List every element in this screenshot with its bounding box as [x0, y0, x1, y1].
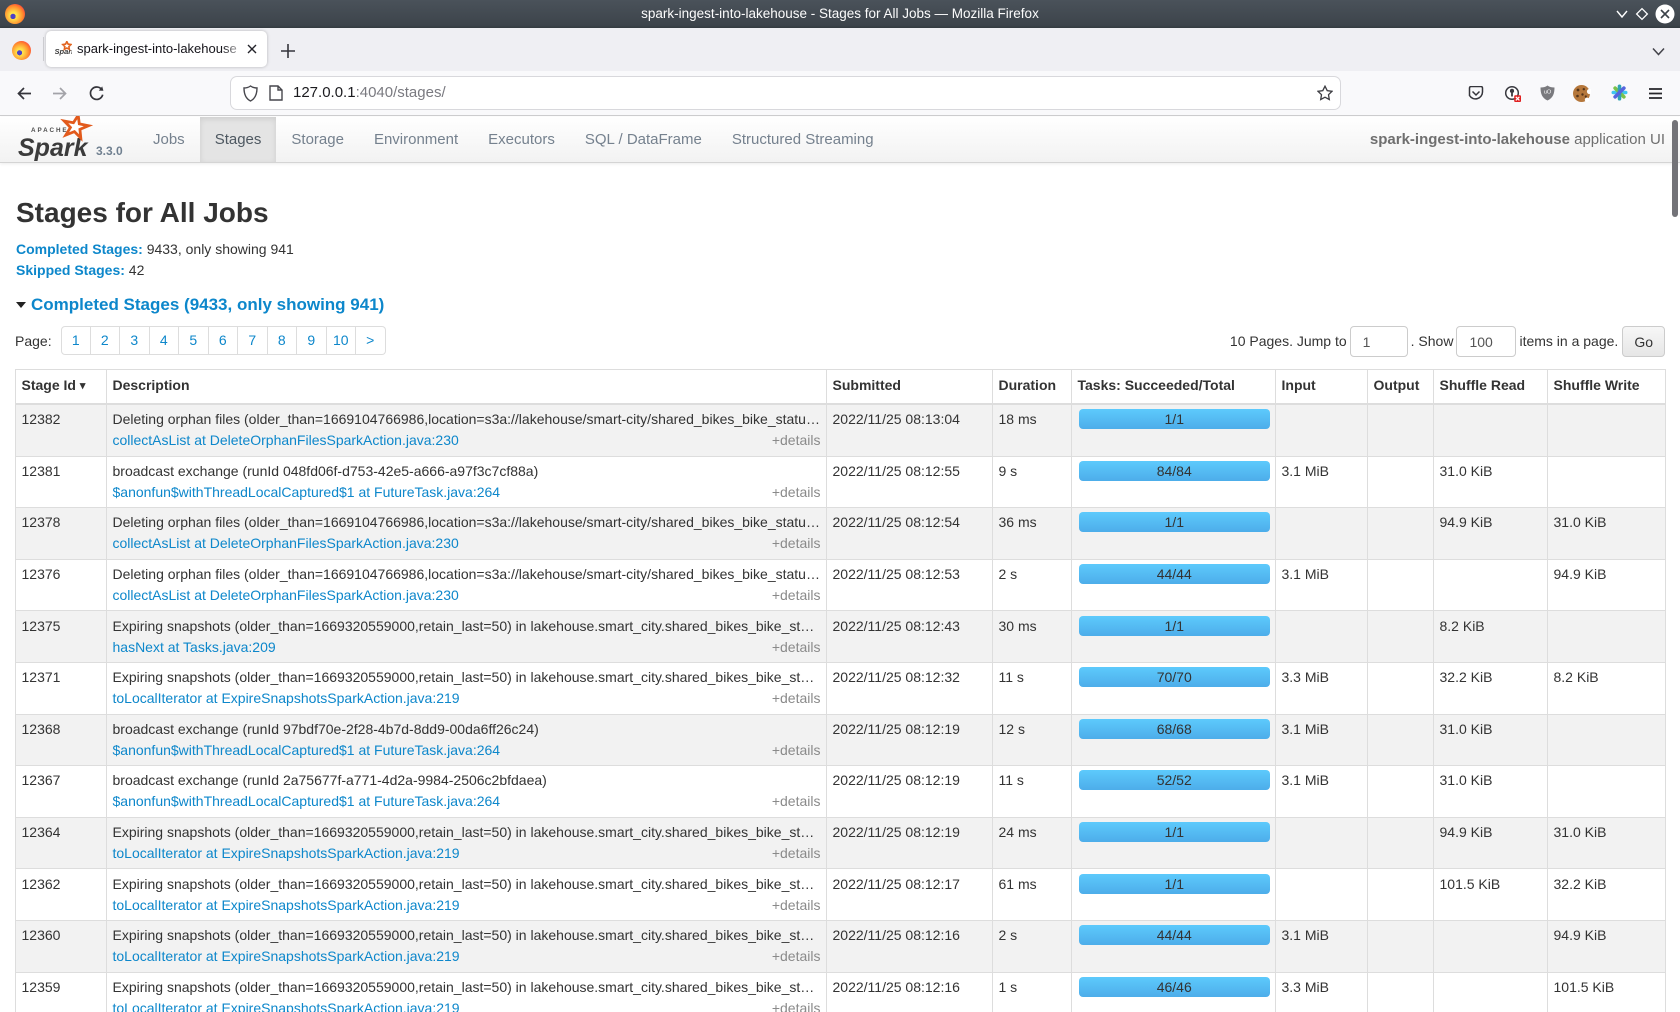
svg-text:Spark: Spark: [18, 134, 89, 162]
svg-text:uO: uO: [1544, 90, 1552, 96]
svg-text:APACHE: APACHE: [31, 127, 69, 134]
